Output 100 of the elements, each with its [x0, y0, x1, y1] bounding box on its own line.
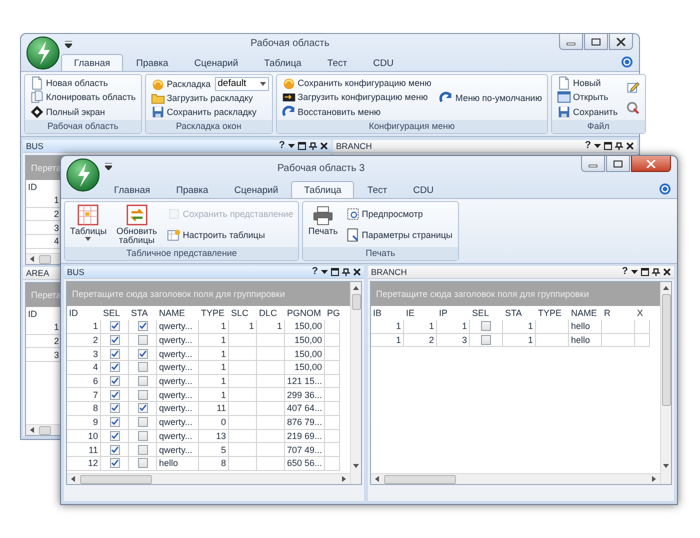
dropdown-icon[interactable]	[321, 269, 328, 275]
checkbox[interactable]	[138, 376, 148, 386]
quick-access-icon[interactable]	[105, 163, 112, 170]
minimize-button[interactable]	[559, 34, 583, 50]
maximize-icon[interactable]	[641, 268, 649, 276]
help-button[interactable]: ?	[622, 267, 628, 277]
pin-icon[interactable]	[615, 142, 623, 150]
horizontal-scrollbar[interactable]	[371, 473, 660, 484]
dropdown-icon[interactable]	[288, 143, 295, 149]
down-arrow-icon[interactable]	[663, 463, 669, 469]
help-icon[interactable]	[659, 183, 671, 195]
column-header[interactable]: R	[602, 306, 635, 320]
checkbox[interactable]	[110, 403, 120, 414]
ribbon-button[interactable]: Раскладка	[148, 76, 213, 91]
maximize-button[interactable]	[606, 156, 630, 172]
column-header[interactable]: PGNOM	[285, 306, 325, 320]
ribbon-tab[interactable]: Таблица	[291, 181, 354, 198]
close-icon[interactable]	[353, 268, 361, 276]
maximize-icon[interactable]	[298, 142, 306, 150]
column-header[interactable]: IP	[437, 306, 470, 320]
checkbox[interactable]	[110, 362, 120, 372]
checkbox[interactable]	[110, 335, 120, 346]
checkbox[interactable]	[481, 321, 491, 332]
checkbox[interactable]	[138, 417, 148, 428]
minimize-button[interactable]	[581, 156, 605, 172]
checkbox[interactable]	[110, 458, 120, 468]
checkbox[interactable]	[110, 390, 120, 400]
column-header[interactable]: PG	[325, 306, 340, 320]
checkbox[interactable]	[138, 458, 148, 468]
down-arrow-icon[interactable]	[353, 463, 359, 469]
checkbox[interactable]	[110, 376, 120, 386]
ribbon-button[interactable]: Загрузить раскладку	[148, 91, 269, 105]
checkbox[interactable]	[138, 362, 148, 372]
ribbon-tab[interactable]: Правка	[163, 181, 222, 198]
scroll-thumb[interactable]	[80, 474, 152, 484]
column-header[interactable]: NAME	[569, 306, 602, 320]
column-header[interactable]: DLC	[257, 306, 285, 320]
column-header[interactable]: NAME	[157, 306, 199, 320]
close-icon[interactable]	[626, 142, 634, 150]
column-header[interactable]: TYPE	[536, 306, 569, 320]
pin-icon[interactable]	[652, 268, 660, 276]
checkbox[interactable]	[138, 348, 148, 359]
column-header[interactable]: SEL	[101, 306, 129, 320]
close-icon[interactable]	[663, 268, 671, 276]
ribbon-button[interactable]: Настроить таблицы	[164, 228, 296, 243]
checkbox[interactable]	[138, 321, 148, 332]
checkbox[interactable]	[110, 444, 120, 455]
scroll-thumb[interactable]	[384, 474, 456, 484]
ribbon-button[interactable]: Параметры страницы	[344, 228, 455, 243]
ribbon-tab[interactable]: Тест	[354, 181, 400, 198]
scroll-thumb[interactable]	[352, 294, 360, 310]
checkbox[interactable]	[138, 335, 148, 346]
quick-access-icon[interactable]	[65, 41, 72, 48]
horizontal-scrollbar[interactable]	[67, 473, 350, 484]
checkbox[interactable]	[110, 417, 120, 428]
ribbon-button[interactable]: Сохранить	[554, 104, 620, 119]
column-header[interactable]: SEL	[470, 306, 503, 320]
scroll-thumb[interactable]	[39, 426, 51, 434]
ribbon-button[interactable]: Предпросмотр	[344, 206, 455, 222]
vertical-scrollbar[interactable]	[350, 282, 361, 484]
column-header[interactable]: SLC	[229, 306, 257, 320]
ribbon-tab[interactable]: Таблица	[251, 54, 314, 71]
left-arrow-icon[interactable]	[29, 427, 35, 433]
ribbon-tab[interactable]: CDU	[400, 181, 447, 198]
maximize-icon[interactable]	[331, 268, 339, 276]
column-header[interactable]: ID	[26, 307, 62, 321]
ribbon-button[interactable]: Открыть	[554, 90, 620, 105]
ribbon-tab[interactable]: CDU	[360, 54, 407, 71]
maximize-button[interactable]	[584, 34, 608, 50]
ribbon-button[interactable]: Меню по-умолчанию	[437, 90, 544, 105]
checkbox[interactable]	[138, 403, 148, 414]
horizontal-scrollbar[interactable]	[26, 424, 62, 435]
ribbon-tab[interactable]: Сценарий	[181, 54, 252, 71]
dropdown-icon[interactable]	[631, 269, 638, 275]
scroll-thumb[interactable]	[662, 294, 670, 406]
ribbon-button[interactable]: Сохранить конфигурацию меню	[280, 76, 434, 90]
ribbon-button[interactable]: Сохранить раскладку	[148, 105, 269, 119]
checkbox[interactable]	[481, 335, 491, 346]
lightning-logo-icon[interactable]	[66, 158, 100, 192]
ribbon-tab[interactable]: Сценарий	[221, 181, 292, 198]
help-button[interactable]: ?	[584, 141, 591, 151]
up-arrow-icon[interactable]	[663, 285, 669, 291]
left-arrow-icon[interactable]	[374, 476, 380, 482]
maximize-icon[interactable]	[604, 142, 612, 150]
ribbon-button[interactable]: Клонировать область	[28, 90, 138, 105]
checkbox[interactable]	[138, 390, 148, 400]
ribbon-button[interactable]: Новая область	[28, 76, 138, 90]
close-icon[interactable]	[320, 142, 328, 150]
right-arrow-icon[interactable]	[651, 476, 657, 482]
column-header[interactable]: IE	[404, 306, 437, 320]
help-button[interactable]: ?	[312, 267, 318, 277]
column-header[interactable]: ID	[67, 306, 101, 320]
right-arrow-icon[interactable]	[341, 476, 347, 482]
pin-icon[interactable]	[342, 268, 350, 276]
ribbon-tab[interactable]: Главная	[61, 54, 124, 71]
ribbon-button[interactable]: Загрузить конфигурацию меню	[280, 90, 434, 105]
ribbon-tab[interactable]: Главная	[101, 181, 164, 198]
ribbon-button[interactable]: Новый	[554, 76, 620, 90]
ribbon-button[interactable]: Полный экран	[28, 104, 138, 119]
checkbox[interactable]	[110, 321, 120, 332]
